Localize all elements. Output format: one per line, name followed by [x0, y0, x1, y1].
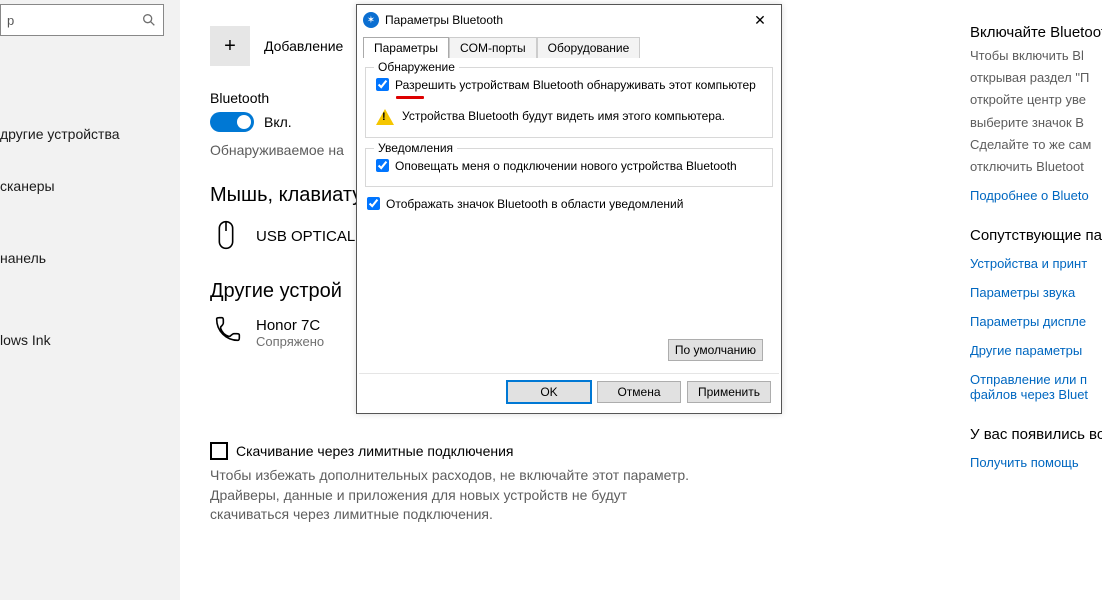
warning-text: Устройства Bluetooth будут видеть имя эт… — [402, 109, 725, 123]
sidebar-item-panel[interactable]: нанель — [0, 240, 172, 276]
tab-com-ports[interactable]: COM-порты — [449, 37, 537, 58]
metered-checkbox[interactable] — [210, 442, 228, 460]
notify-connect-label: Оповещать меня о подключении нового устр… — [395, 159, 737, 175]
right-body-line: отключить Bluetoot — [970, 158, 1102, 176]
close-button[interactable]: ✕ — [745, 12, 775, 29]
right-link-more-bluetooth[interactable]: Подробнее о Blueto — [970, 188, 1102, 203]
mouse-device-name: USB OPTICAL — [256, 228, 355, 245]
right-heading-help: У вас появились во — [970, 426, 1102, 443]
bluetooth-icon: ✶ — [363, 12, 379, 28]
right-body-line: открывая раздел "П — [970, 69, 1102, 87]
add-device-button[interactable]: + — [210, 26, 250, 66]
add-device-label: Добавление — [264, 38, 343, 54]
tray-icon-checkbox[interactable] — [367, 197, 380, 210]
defaults-button[interactable]: По умолчанию — [668, 339, 763, 361]
right-link-send-receive[interactable]: Отправление или п файлов через Bluet — [970, 372, 1102, 402]
bluetooth-toggle[interactable] — [210, 112, 254, 132]
sidebar-item-scanners[interactable]: сканеры — [0, 168, 172, 204]
right-link-display[interactable]: Параметры диспле — [970, 314, 1102, 329]
allow-discovery-checkbox[interactable] — [376, 78, 389, 91]
sidebar-item-other-devices[interactable]: другие устройства — [0, 116, 172, 152]
right-body-line: откройте центр уве — [970, 91, 1102, 109]
plus-icon: + — [224, 35, 236, 58]
notify-connect-checkbox[interactable] — [376, 159, 389, 172]
dialog-title: Параметры Bluetooth — [385, 13, 503, 27]
right-link-devices-printers[interactable]: Устройства и принт — [970, 256, 1102, 271]
notifications-legend: Уведомления — [374, 141, 457, 155]
right-body-line: Сделайте то же сам — [970, 136, 1102, 154]
bluetooth-toggle-state: Вкл. — [264, 114, 292, 130]
right-body-line: Чтобы включить Bl — [970, 47, 1102, 65]
tray-icon-label: Отображать значок Bluetooth в области ув… — [386, 197, 683, 213]
right-heading-related: Сопутствующие пар — [970, 227, 1102, 244]
notifications-group: Уведомления Оповещать меня о подключении… — [365, 148, 773, 188]
metered-description: Чтобы избежать дополнительных расходов, … — [210, 466, 690, 525]
right-link-sound[interactable]: Параметры звука — [970, 285, 1102, 300]
mouse-icon — [210, 219, 242, 254]
search-input-text: p — [7, 13, 141, 28]
red-emphasis-marker — [396, 96, 424, 99]
tab-hardware[interactable]: Оборудование — [537, 37, 641, 58]
honor-device-name: Honor 7C — [256, 317, 324, 334]
warning-icon — [376, 109, 394, 125]
ok-button[interactable]: OK — [507, 381, 591, 403]
right-heading-1: Включайте Bluetoot — [970, 24, 1102, 41]
bluetooth-settings-dialog: ✶ Параметры Bluetooth ✕ Параметры COM-по… — [356, 4, 782, 414]
phone-icon — [210, 315, 242, 350]
apply-button[interactable]: Применить — [687, 381, 771, 403]
allow-discovery-label: Разрешить устройствам Bluetooth обнаружи… — [395, 78, 756, 94]
metered-label: Скачивание через лимитные подключения — [236, 443, 513, 459]
right-link-other[interactable]: Другие параметры — [970, 343, 1102, 358]
close-icon: ✕ — [754, 12, 766, 28]
discovery-group: Обнаружение Разрешить устройствам Blueto… — [365, 67, 773, 138]
right-link-get-help[interactable]: Получить помощь — [970, 455, 1102, 470]
right-body-line: выберите значок B — [970, 114, 1102, 132]
dialog-titlebar[interactable]: ✶ Параметры Bluetooth ✕ — [357, 5, 781, 35]
tab-parameters[interactable]: Параметры — [363, 37, 449, 58]
honor-device-status: Сопряжено — [256, 334, 324, 349]
cancel-button[interactable]: Отмена — [597, 381, 681, 403]
sidebar-item-windows-ink[interactable]: lows Ink — [0, 322, 172, 358]
search-input-container[interactable]: p — [0, 4, 164, 36]
search-icon — [141, 12, 157, 28]
discovery-legend: Обнаружение — [374, 60, 459, 74]
